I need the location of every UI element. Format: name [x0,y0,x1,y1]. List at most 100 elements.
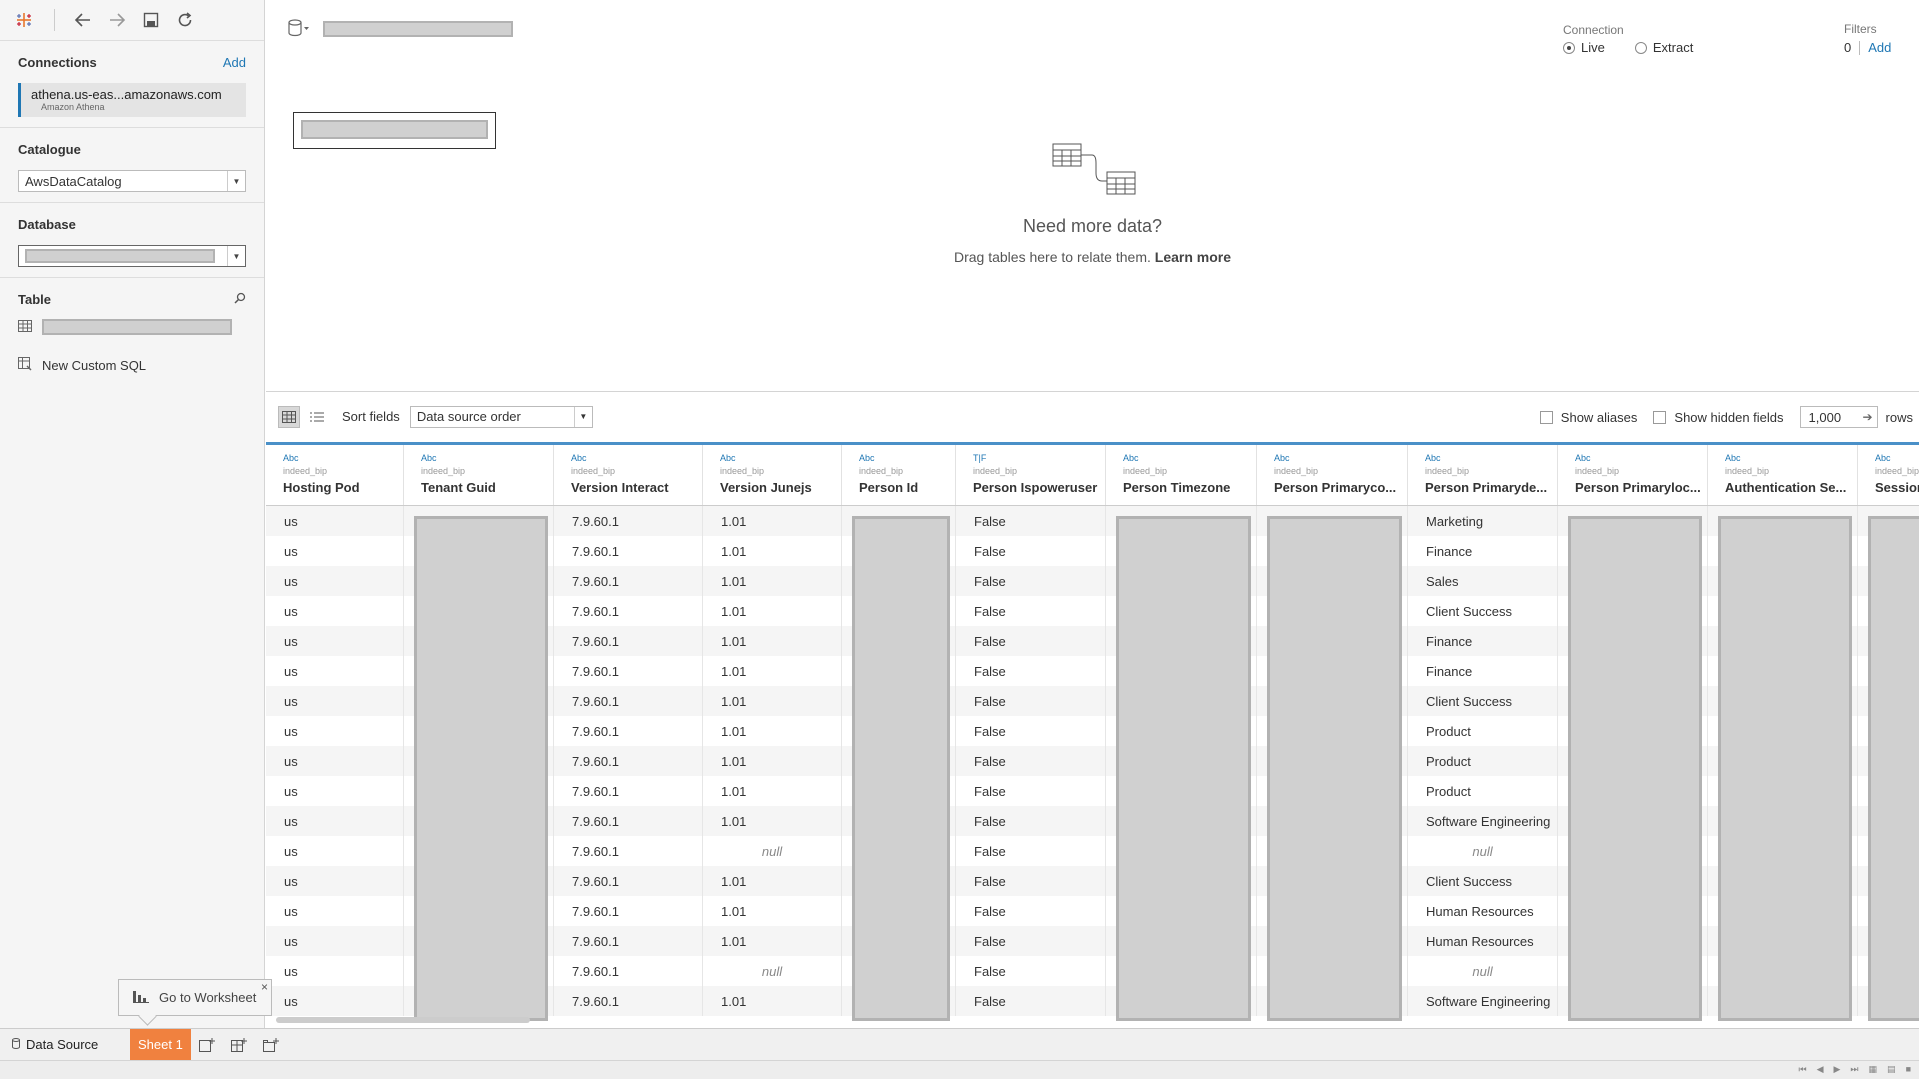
table-cell[interactable]: us [266,536,404,566]
table-cell[interactable]: Human Resources [1408,926,1558,956]
table-cell[interactable]: False [956,986,1106,1016]
next-page-icon[interactable]: ▶ [1834,1064,1841,1075]
back-arrow-icon[interactable] [73,10,93,30]
show-filmstrip-icon[interactable]: ▤ [1887,1064,1896,1075]
table-cell[interactable]: False [956,626,1106,656]
table-cell[interactable]: us [266,806,404,836]
table-cell[interactable]: 7.9.60.1 [554,806,703,836]
table-cell[interactable]: 1.01 [703,776,842,806]
show-tabs-icon[interactable]: ■ [1906,1064,1911,1075]
table-cell[interactable]: us [266,866,404,896]
save-icon[interactable] [141,10,161,30]
table-cell[interactable]: False [956,656,1106,686]
column-header[interactable]: T|F indeed_bip Person Ispoweruser [956,445,1106,505]
table-cell[interactable]: Finance [1408,626,1558,656]
first-page-icon[interactable]: ⏮ [1798,1064,1806,1075]
show-hidden-fields-checkbox[interactable] [1653,410,1667,424]
grid-view-button[interactable] [278,405,300,428]
table-cell[interactable]: us [266,686,404,716]
table-cell[interactable]: Product [1408,746,1558,776]
table-cell[interactable]: us [266,656,404,686]
table-cell[interactable]: 1.01 [703,986,842,1016]
learn-more-link[interactable]: Learn more [1155,249,1231,265]
table-cell[interactable]: False [956,866,1106,896]
table-cell[interactable]: us [266,956,404,986]
rows-input[interactable]: 1,000 ➔ [1799,406,1878,428]
data-source-icon[interactable] [288,19,310,40]
table-cell[interactable]: 7.9.60.1 [554,626,703,656]
column-header[interactable]: Abc indeed_bip Version Interact [554,445,703,505]
last-page-icon[interactable]: ⏭ [1850,1064,1858,1075]
table-cell[interactable]: 1.01 [703,686,842,716]
list-view-button[interactable] [306,406,328,428]
table-cell[interactable]: Human Resources [1408,896,1558,926]
column-header[interactable]: Abc indeed_bip Hosting Pod [266,445,404,505]
table-cell[interactable]: False [956,686,1106,716]
table-cell[interactable]: us [266,836,404,866]
table-cell[interactable]: Product [1408,776,1558,806]
table-cell[interactable]: 7.9.60.1 [554,686,703,716]
table-cell[interactable]: False [956,896,1106,926]
table-cell[interactable]: null [1408,956,1558,986]
table-cell[interactable]: 7.9.60.1 [554,866,703,896]
table-cell[interactable]: 7.9.60.1 [554,596,703,626]
show-aliases-checkbox[interactable] [1539,410,1553,424]
refresh-icon[interactable] [175,10,195,30]
table-cell[interactable]: Software Engineering [1408,806,1558,836]
table-cell[interactable]: 1.01 [703,806,842,836]
table-cell[interactable]: us [266,746,404,776]
table-cell[interactable]: us [266,716,404,746]
extract-radio[interactable]: Extract [1634,40,1693,55]
table-cell[interactable]: False [956,836,1106,866]
table-cell[interactable]: 1.01 [703,926,842,956]
table-cell[interactable]: False [956,536,1106,566]
table-cell[interactable]: False [956,926,1106,956]
column-header[interactable]: Abc indeed_bip Version Junejs [703,445,842,505]
table-cell[interactable]: 7.9.60.1 [554,716,703,746]
table-cell[interactable]: 1.01 [703,506,842,536]
table-cell[interactable]: False [956,746,1106,776]
table-cell[interactable]: us [266,566,404,596]
new-story-icon[interactable] [255,1037,287,1052]
search-icon[interactable] [234,292,246,307]
table-cell[interactable]: Client Success [1408,866,1558,896]
tab-sheet-1[interactable]: Sheet 1 [130,1029,191,1060]
prev-page-icon[interactable]: ◀ [1817,1064,1824,1075]
column-header[interactable]: Abc indeed_bip Tenant Guid [404,445,554,505]
table-cell[interactable]: 1.01 [703,566,842,596]
table-cell[interactable]: 7.9.60.1 [554,506,703,536]
table-cell[interactable]: 1.01 [703,626,842,656]
column-header[interactable]: Abc indeed_bip Person Primaryco... [1257,445,1408,505]
table-cell[interactable]: null [703,956,842,986]
table-cell[interactable]: Client Success [1408,686,1558,716]
table-cell[interactable]: null [1408,836,1558,866]
catalogue-select[interactable]: AwsDataCatalog ▼ [18,170,246,192]
table-cell[interactable]: us [266,626,404,656]
add-filter-link[interactable]: Add [1868,40,1891,55]
redacted-datasource-name[interactable] [323,21,513,37]
close-icon[interactable]: × [261,980,268,994]
table-cell[interactable]: null [703,836,842,866]
new-worksheet-icon[interactable] [191,1037,223,1052]
table-cell[interactable]: 7.9.60.1 [554,776,703,806]
column-header[interactable]: Abc indeed_bip Authentication Se... [1708,445,1858,505]
column-header[interactable]: Abc indeed_bip Person Timezone [1106,445,1257,505]
table-cell[interactable]: Finance [1408,656,1558,686]
table-cell[interactable]: 1.01 [703,536,842,566]
column-header[interactable]: Abc indeed_bip Person Primaryloc... [1558,445,1708,505]
tableau-logo-icon[interactable] [14,10,34,30]
table-cell[interactable]: 7.9.60.1 [554,986,703,1016]
table-cell[interactable]: 7.9.60.1 [554,566,703,596]
table-cell[interactable]: 1.01 [703,596,842,626]
table-cell[interactable]: False [956,596,1106,626]
table-cell[interactable]: False [956,566,1106,596]
new-dashboard-icon[interactable] [223,1037,255,1052]
table-cell[interactable]: 1.01 [703,866,842,896]
table-cell[interactable]: Software Engineering [1408,986,1558,1016]
table-cell[interactable]: 1.01 [703,716,842,746]
new-custom-sql-item[interactable]: New Custom SQL [18,357,246,388]
data-grid[interactable]: Abc indeed_bip Hosting Pod Abc indeed_bip Ten… [266,442,1919,1030]
show-sheet-sorter-icon[interactable]: ▦ [1869,1064,1878,1075]
table-cell[interactable]: 7.9.60.1 [554,656,703,686]
table-cell[interactable]: 1.01 [703,746,842,776]
